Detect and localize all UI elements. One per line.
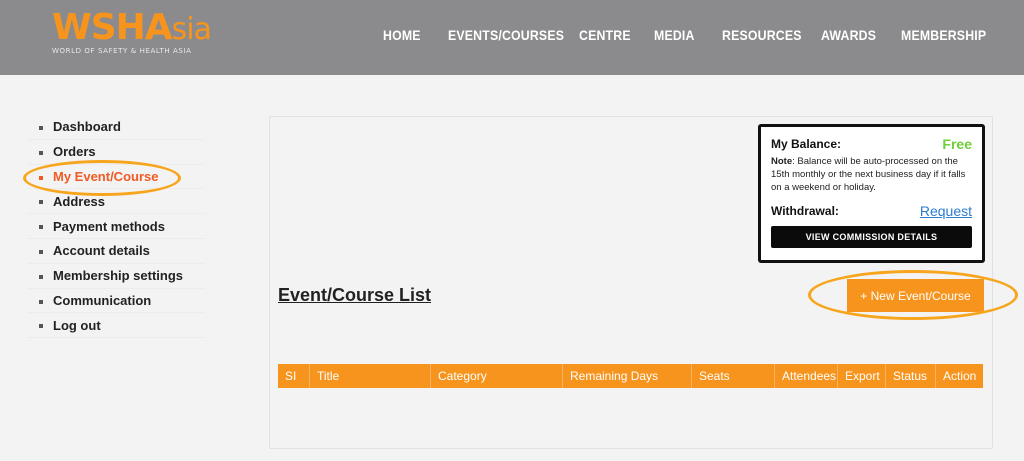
bullet-icon: [39, 200, 43, 205]
column-header-title[interactable]: Title: [310, 364, 431, 388]
balance-card: My Balance: Free Note: Balance will be a…: [758, 124, 985, 263]
bullet-icon: [39, 299, 43, 304]
column-header-attendees[interactable]: Attendees: [775, 364, 838, 388]
nav-awards[interactable]: AWARDS: [821, 27, 876, 43]
sidebar-item-orders[interactable]: Orders: [27, 140, 205, 165]
nav-events-courses[interactable]: EVENTS/COURSES: [448, 27, 564, 43]
request-link[interactable]: Request: [920, 203, 972, 219]
site-logo[interactable]: WSHAsia WORLD OF SAFETY & HEALTH ASIA: [52, 7, 212, 56]
logo-tagline: WORLD OF SAFETY & HEALTH ASIA: [52, 47, 192, 55]
column-header-seats[interactable]: Seats: [692, 364, 775, 388]
column-header-status[interactable]: Status: [886, 364, 936, 388]
sidebar-item-dashboard[interactable]: Dashboard: [27, 115, 205, 140]
sidebar-item-address[interactable]: Address: [27, 189, 205, 215]
page-title: Event/Course List: [278, 285, 432, 305]
sidebar-item-label: Dashboard: [53, 119, 121, 135]
nav-centre[interactable]: CENTRE: [579, 27, 631, 43]
sidebar-item-label: Membership settings: [53, 268, 184, 284]
column-header-action[interactable]: Action: [936, 364, 983, 388]
nav-media[interactable]: MEDIA: [654, 27, 695, 43]
sidebar-item-communication[interactable]: Communication: [27, 289, 205, 314]
bullet-icon: [39, 274, 43, 279]
bullet-icon: [39, 150, 43, 155]
site-header: WSHAsia WORLD OF SAFETY & HEALTH ASIA HO…: [0, 0, 1024, 75]
bullet-icon: [39, 225, 43, 230]
sidebar-item-label: Address: [53, 193, 106, 209]
sidebar-item-log-out[interactable]: Log out: [27, 313, 205, 339]
logo-wordmark: WSHAsia: [52, 7, 212, 48]
withdrawal-label: Withdrawal:: [771, 204, 839, 218]
column-header-export[interactable]: Export: [838, 364, 886, 388]
account-sidebar: Dashboard Orders My Event/Course Address…: [27, 115, 205, 339]
sidebar-item-label: Log out: [53, 317, 101, 333]
event-course-table-header: SI Title Category Remaining Days Seats A…: [278, 364, 983, 388]
sidebar-item-membership-settings[interactable]: Membership settings: [27, 264, 205, 289]
bullet-icon: [39, 324, 43, 329]
sidebar-item-label: Account details: [53, 243, 150, 259]
sidebar-item-account-details[interactable]: Account details: [27, 239, 205, 264]
nav-membership[interactable]: MEMBERSHIP: [901, 27, 986, 43]
column-header-remaining-days[interactable]: Remaining Days: [563, 364, 692, 388]
bullet-icon: [39, 126, 43, 130]
nav-home[interactable]: HOME: [383, 27, 421, 43]
sidebar-item-label: Communication: [53, 292, 152, 308]
column-header-si[interactable]: SI: [278, 364, 310, 388]
balance-value: Free: [942, 136, 972, 152]
sidebar-item-label: Orders: [53, 144, 96, 160]
sidebar-item-payment-methods[interactable]: Payment methods: [27, 214, 205, 239]
sidebar-item-label: Payment methods: [53, 218, 165, 234]
view-commission-details-button[interactable]: VIEW COMMISSION DETAILS: [771, 226, 972, 248]
bullet-icon: [39, 175, 43, 180]
bullet-icon: [39, 249, 43, 254]
column-header-category[interactable]: Category: [431, 364, 563, 388]
balance-note: Note: Balance will be auto-processed on …: [771, 156, 966, 193]
sidebar-item-my-event-course[interactable]: My Event/Course: [27, 165, 205, 190]
new-event-course-button[interactable]: + New Event/Course: [847, 279, 984, 312]
nav-resources[interactable]: RESOURCES: [722, 27, 802, 43]
sidebar-item-label: My Event/Course: [53, 168, 159, 184]
balance-label: My Balance:: [771, 137, 842, 151]
